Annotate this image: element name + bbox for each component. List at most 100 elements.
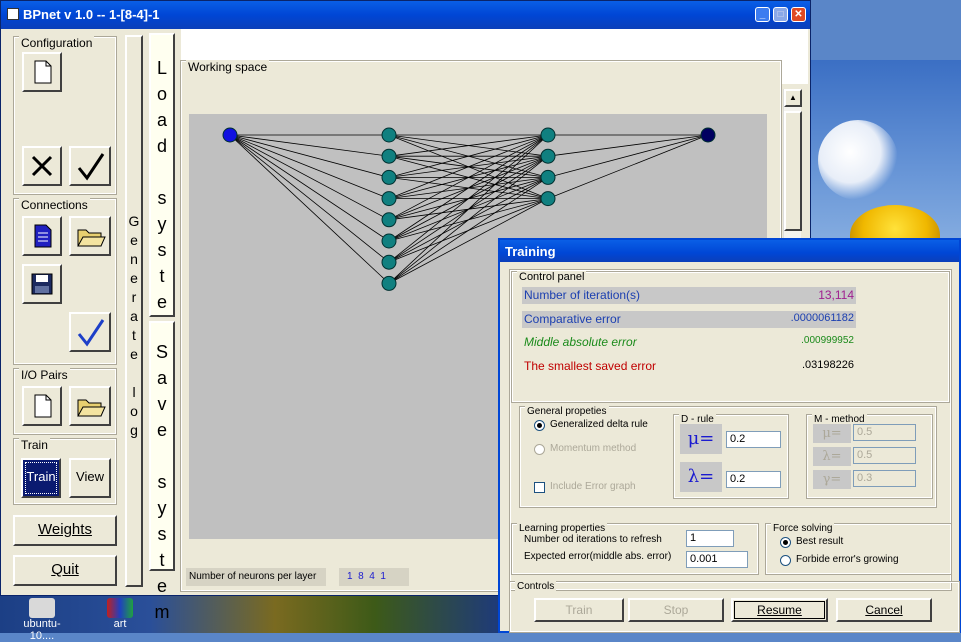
- training-title-bar[interactable]: Training: [500, 240, 959, 262]
- new-file-icon: [34, 60, 52, 84]
- forbide-radio[interactable]: [780, 555, 791, 566]
- smallest-value: .03198226: [802, 359, 854, 371]
- new-io-pairs-button[interactable]: [22, 386, 62, 426]
- delete-config-button[interactable]: [22, 146, 62, 186]
- scroll-up-button[interactable]: ▲: [784, 89, 802, 107]
- quit-button[interactable]: Quit: [13, 555, 117, 586]
- lambda-symbol: λ=: [680, 462, 722, 492]
- momentum-label[interactable]: Momentum method: [550, 443, 636, 454]
- vertical-letter: S: [155, 342, 168, 362]
- training-title: Training: [505, 244, 556, 259]
- open-connections-button[interactable]: [69, 216, 111, 256]
- hidden-neuron[interactable]: [381, 127, 397, 143]
- hidden-neuron[interactable]: [381, 148, 397, 164]
- hidden-neuron[interactable]: [381, 191, 397, 207]
- new-file-icon: [34, 394, 52, 418]
- hidden-neuron[interactable]: [381, 275, 397, 291]
- hidden-neuron[interactable]: [540, 191, 556, 207]
- train-group-label: Train: [19, 438, 50, 452]
- new-config-button[interactable]: [22, 52, 62, 92]
- expected-label: Expected error(middle abs. error): [524, 551, 672, 562]
- momentum-radio[interactable]: [534, 444, 545, 455]
- save-connections-button[interactable]: [22, 264, 62, 304]
- open-io-pairs-button[interactable]: [69, 386, 111, 426]
- middle-row: Middle absolute error .000999952: [522, 334, 856, 351]
- connection-line: [547, 134, 709, 178]
- refresh-input[interactable]: 1: [686, 530, 734, 547]
- vertical-letter: [151, 443, 173, 469]
- mu-input[interactable]: 0.2: [726, 431, 781, 448]
- input-neuron[interactable]: [222, 127, 238, 143]
- open-folder-icon: [77, 399, 106, 417]
- m-mu-input[interactable]: 0.5: [853, 424, 916, 441]
- maximize-button[interactable]: □: [773, 7, 788, 22]
- connections-group: Connections: [13, 198, 117, 365]
- m-gamma-input[interactable]: 0.3: [853, 470, 916, 487]
- vertical-letter: y: [157, 498, 167, 518]
- connection-line: [229, 134, 390, 221]
- best-result-radio[interactable]: [780, 537, 791, 548]
- hidden-neuron[interactable]: [381, 233, 397, 249]
- scroll-thumb[interactable]: [784, 111, 802, 231]
- cancel-button[interactable]: Cancel: [836, 598, 932, 622]
- iterations-row: Number of iteration(s) 13,114: [522, 287, 856, 304]
- vertical-letter: a: [156, 368, 167, 388]
- hidden-neuron[interactable]: [381, 169, 397, 185]
- weights-button[interactable]: Weights: [13, 515, 117, 546]
- smallest-label: The smallest saved error: [524, 359, 657, 373]
- hidden-neuron[interactable]: [540, 148, 556, 164]
- io-pairs-group: I/O Pairs: [13, 368, 117, 435]
- vertical-letter: a: [156, 110, 167, 130]
- title-bar[interactable]: BPnet v 1.0 -- 1-[8-4]-1 _ □ ✕: [1, 1, 810, 29]
- train-control-button[interactable]: Train: [534, 598, 624, 622]
- accept-connections-button[interactable]: [69, 312, 111, 352]
- vertical-letter: s: [157, 524, 167, 544]
- vertical-letter: o: [130, 403, 138, 419]
- resume-button[interactable]: Resume: [731, 598, 828, 622]
- m-lambda-symbol: λ=: [813, 447, 851, 466]
- lambda-input[interactable]: 0.2: [726, 471, 781, 488]
- include-error-graph-checkbox[interactable]: [534, 482, 545, 493]
- best-result-label[interactable]: Best result: [796, 536, 843, 547]
- control-panel-label: Control panel: [517, 271, 587, 283]
- expected-input[interactable]: 0.001: [686, 551, 748, 568]
- vertical-letter: v: [157, 394, 167, 414]
- iterations-value: 13,114: [818, 288, 854, 302]
- comparative-row: Comparative error .0000061182: [522, 311, 856, 328]
- connection-line: [229, 134, 390, 242]
- generate-log-button[interactable]: Generate log: [125, 35, 143, 587]
- vertical-letter: a: [130, 308, 138, 324]
- mu-symbol: μ=: [680, 424, 722, 454]
- connection-line: [229, 134, 390, 284]
- generalized-delta-radio[interactable]: [534, 420, 545, 431]
- hidden-neuron[interactable]: [381, 254, 397, 270]
- vertical-letter: G: [128, 213, 140, 229]
- accept-config-button[interactable]: [69, 146, 111, 186]
- hidden-neuron[interactable]: [540, 169, 556, 185]
- forbide-label[interactable]: Forbide error's growing: [796, 554, 899, 565]
- output-neuron[interactable]: [700, 127, 716, 143]
- minimize-button[interactable]: _: [755, 7, 770, 22]
- vertical-letter: e: [130, 346, 138, 362]
- hidden-neuron[interactable]: [540, 127, 556, 143]
- close-button[interactable]: ✕: [791, 7, 806, 22]
- train-button[interactable]: Train: [21, 458, 61, 498]
- m-lambda-input[interactable]: 0.5: [853, 447, 916, 464]
- hidden-neuron[interactable]: [381, 212, 397, 228]
- generalized-delta-label[interactable]: Generalized delta rule: [550, 419, 648, 430]
- train-group: Train Train View: [13, 438, 117, 505]
- vertical-letter: t: [159, 266, 165, 286]
- desktop-icon-ubuntu[interactable]: ubuntu-10....: [12, 596, 72, 642]
- general-properties-label: General propeties: [525, 406, 609, 417]
- save-system-button[interactable]: Save system: [149, 321, 175, 622]
- view-button[interactable]: View: [69, 458, 111, 498]
- stop-button[interactable]: Stop: [628, 598, 724, 622]
- connection-line: [229, 134, 390, 263]
- new-connections-button[interactable]: [22, 216, 62, 256]
- load-system-button[interactable]: Load system: [149, 33, 175, 338]
- desktop-icon-art[interactable]: art: [90, 596, 150, 633]
- drive-icon: [29, 598, 55, 618]
- include-error-graph-label[interactable]: Include Error graph: [550, 481, 636, 492]
- learning-properties-label: Learning properties: [517, 523, 608, 534]
- vertical-letter: t: [159, 550, 165, 570]
